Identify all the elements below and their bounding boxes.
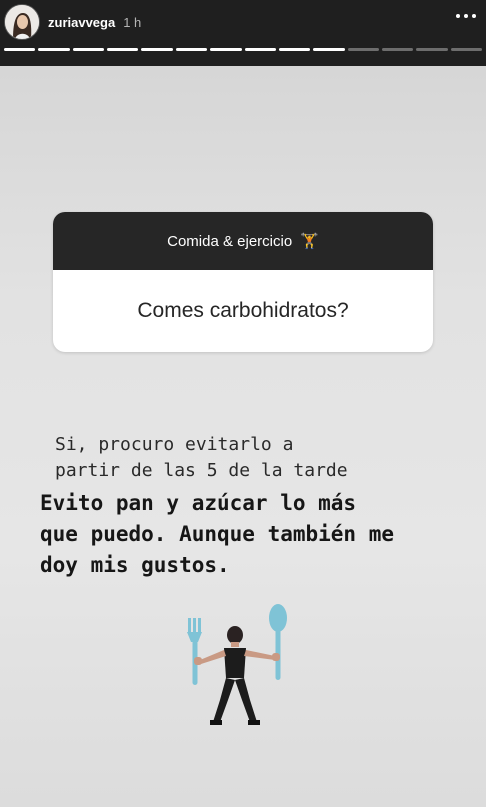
question-sticker-header: Comida & ejercicio 🏋	[53, 212, 433, 270]
question-sticker-title: Comida & ejercicio	[167, 232, 293, 250]
story-progress	[4, 48, 483, 51]
progress-segment	[4, 48, 36, 51]
story-view[interactable]: zuriavvega 1 h Comida & ejercicio 🏋 Come…	[0, 0, 486, 807]
fork-spoon-dancer-icon	[180, 600, 290, 730]
weightlifter-emoji: 🏋	[300, 233, 319, 250]
progress-segment	[416, 48, 448, 51]
progress-segment	[210, 48, 242, 51]
progress-segment	[313, 48, 345, 51]
answer-text-bold: Evito pan y azúcar lo más que puedo. Aun…	[40, 491, 395, 577]
progress-segment	[278, 48, 311, 51]
progress-segment	[72, 48, 105, 51]
progress-segment	[107, 48, 139, 51]
story-header: zuriavvega 1 h	[0, 0, 486, 44]
avatar[interactable]	[4, 4, 40, 40]
post-time: 1 h	[123, 14, 142, 30]
question-text: Comes carbohidratos?	[137, 299, 349, 322]
progress-segment	[347, 48, 379, 51]
answer-text-small: Si, procuro evitarlo a partir de las 5 d…	[55, 434, 348, 481]
progress-segment	[244, 48, 276, 51]
username[interactable]: zuriavvega	[48, 15, 115, 30]
progress-segment	[38, 48, 70, 51]
progress-segment	[141, 48, 173, 51]
progress-segment	[381, 48, 414, 51]
progress-segment	[175, 48, 208, 51]
question-sticker: Comida & ejercicio 🏋 Comes carbohidratos…	[53, 212, 433, 352]
more-options-icon[interactable]	[456, 14, 476, 18]
progress-segment	[450, 48, 483, 51]
